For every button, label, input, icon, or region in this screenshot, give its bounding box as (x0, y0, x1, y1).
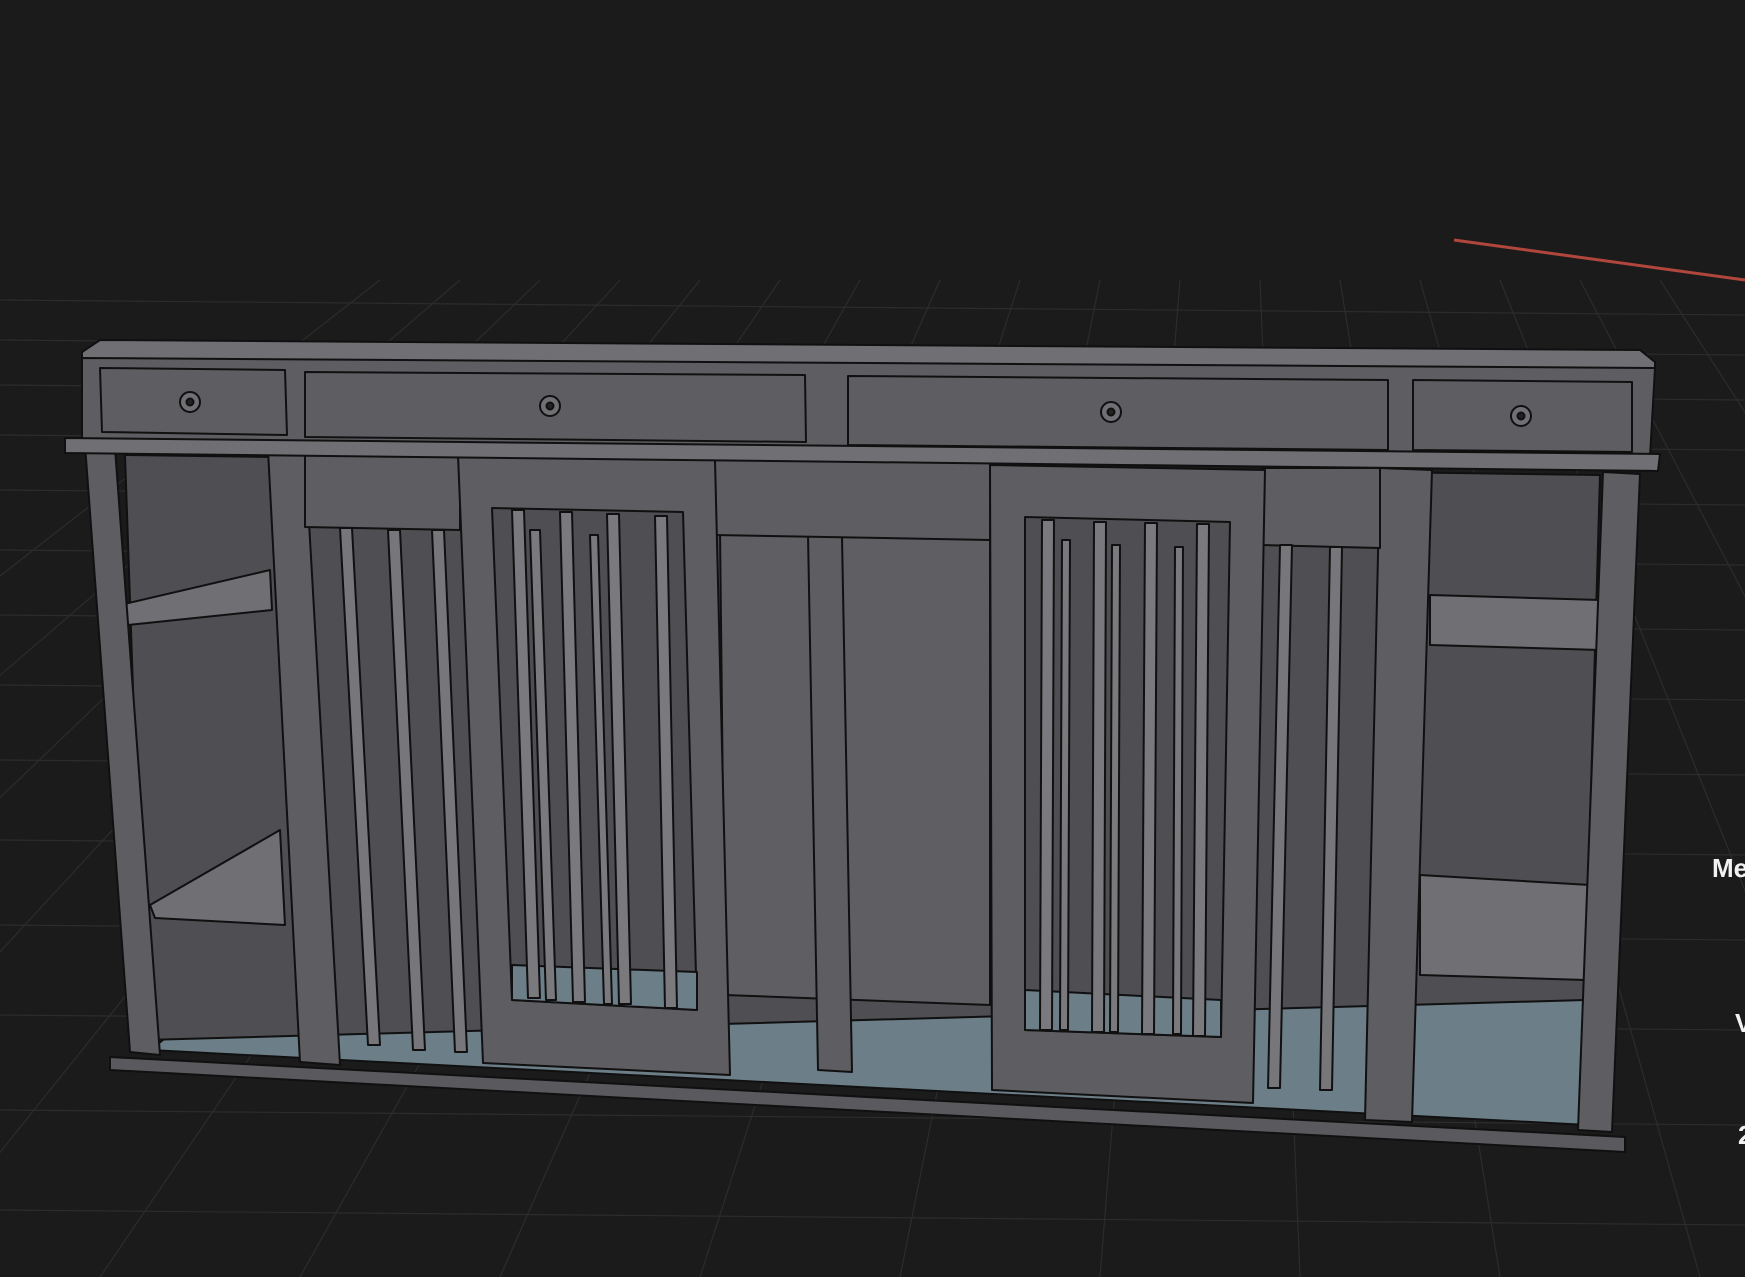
right-shelf-upper (1429, 594, 1601, 651)
header-rail-right (1261, 467, 1381, 549)
viewport-edge-label-1: Me (1712, 853, 1745, 883)
viewport-edge-label-2: V (1735, 1008, 1745, 1038)
cabinet-model[interactable] (64, 339, 1661, 1153)
right-shelf-lower (1419, 874, 1591, 981)
header-rail-left (304, 451, 461, 531)
center-back-panel (719, 529, 991, 1006)
header-rail-center (714, 457, 991, 541)
3d-viewport[interactable] (0, 0, 1745, 1277)
viewport-edge-label-3: 2 (1738, 1120, 1745, 1151)
